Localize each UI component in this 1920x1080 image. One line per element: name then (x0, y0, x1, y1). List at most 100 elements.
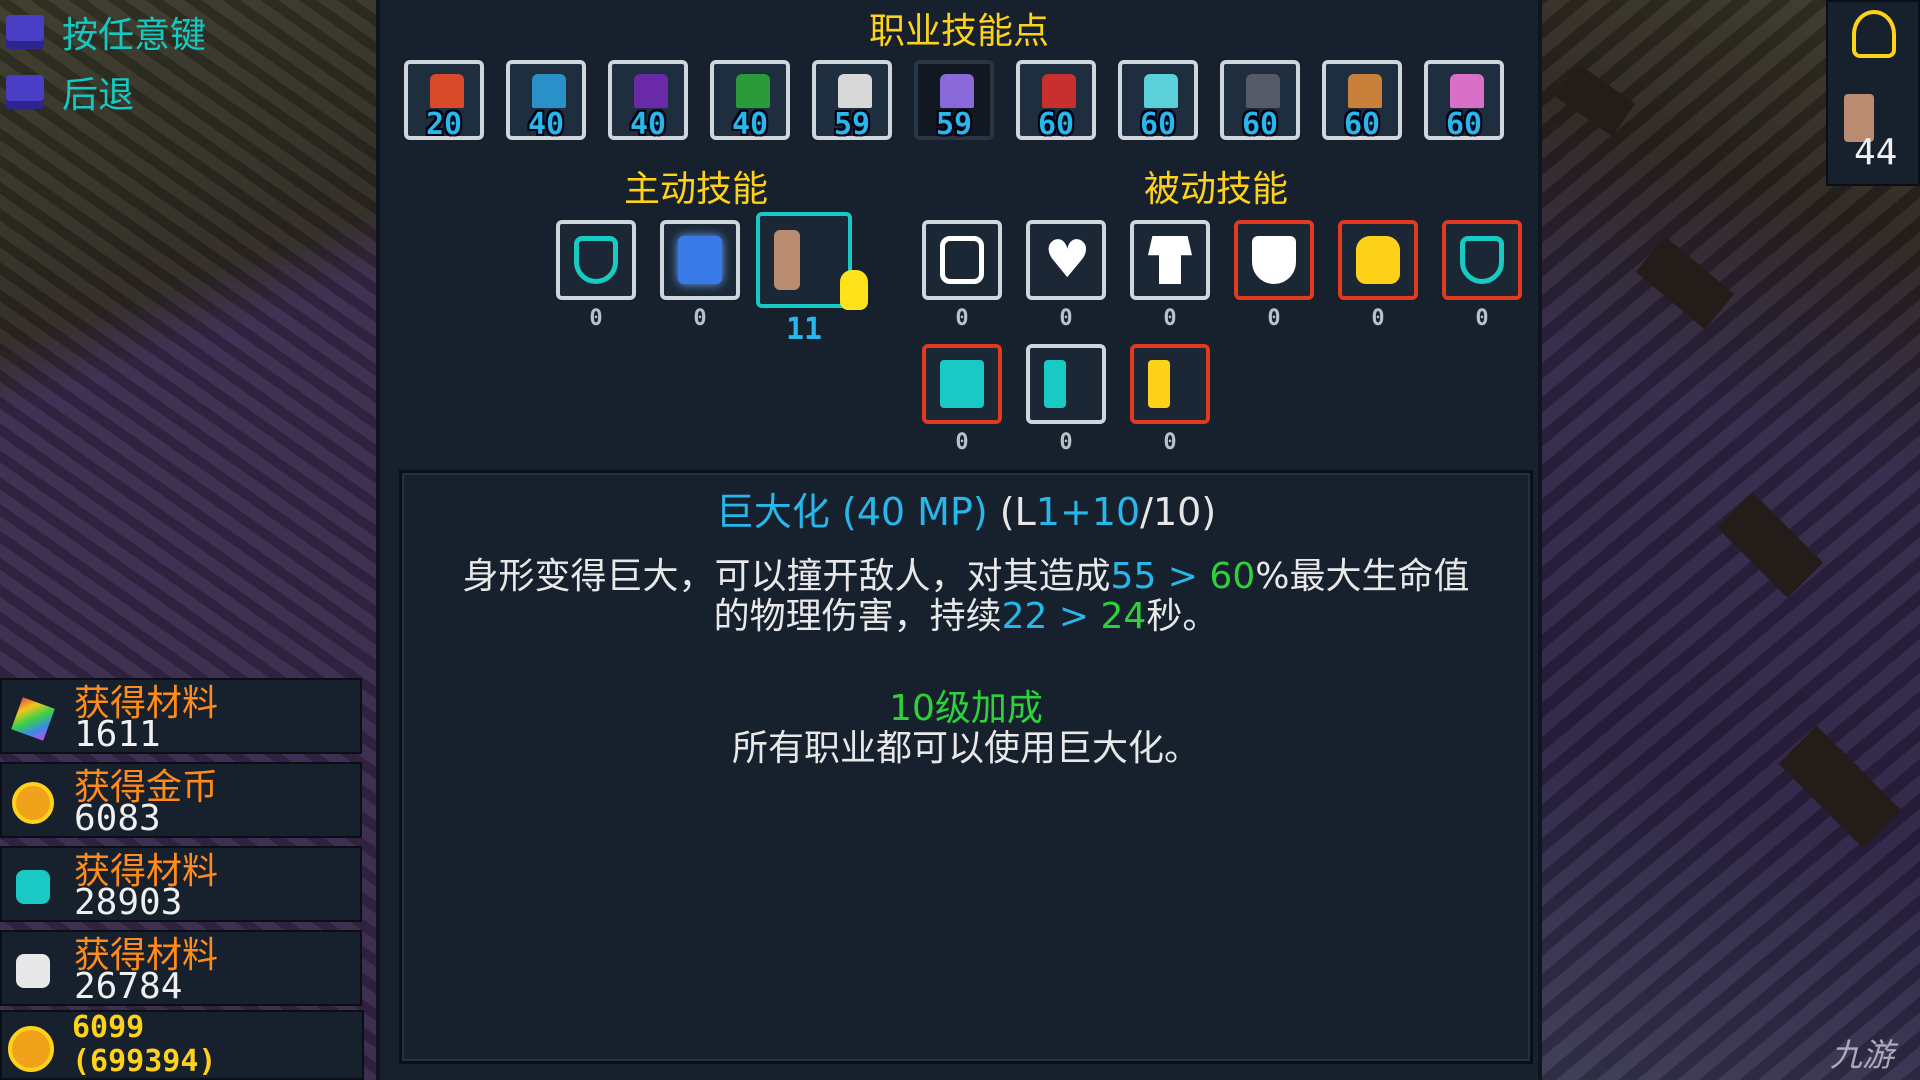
class-portrait-icon (1144, 74, 1178, 108)
resource-panel: 获得材料 26784 (0, 930, 362, 1007)
class-level: 59 (833, 107, 871, 142)
class-level: 60 (1241, 107, 1279, 142)
class-slot-selected[interactable]: 59 (914, 60, 994, 142)
skill-level-open: (L (987, 490, 1036, 534)
class-portrait-icon (838, 74, 872, 108)
teal-figure-icon (1044, 360, 1066, 408)
gold-figure-icon (1148, 360, 1170, 408)
skill-body[interactable]: 0 (1130, 220, 1210, 331)
class-slot[interactable]: 40 (608, 60, 688, 142)
skill-shield-figure[interactable]: 0 (556, 220, 636, 331)
class-slot[interactable]: 59 (812, 60, 892, 142)
class-selector-row: 20 40 40 40 59 59 60 60 60 60 60 (404, 60, 1504, 142)
class-portrait-icon (1450, 74, 1484, 108)
keyboard-icon (6, 75, 44, 109)
skill-description-box: 巨大化 (40 MP) (L1+10/10) 身形变得巨大，可以撞开敌人，对其造… (399, 470, 1533, 1064)
effect-value-current: 22 (1001, 596, 1048, 637)
any-key-menu[interactable]: 按任意键 (6, 6, 206, 58)
class-level: 40 (731, 107, 769, 142)
class-portrait-icon (634, 74, 668, 108)
class-slot[interactable]: 60 (1322, 60, 1402, 142)
skill-points: 0 (1267, 306, 1281, 331)
effect-text: %最大生命值 (1255, 556, 1470, 597)
back-label: 后退 (62, 75, 135, 116)
class-portrait-icon (736, 74, 770, 108)
class-slot[interactable]: 20 (404, 60, 484, 142)
gold-coins-icon (8, 1026, 54, 1072)
class-portrait-icon (1348, 74, 1382, 108)
gold-coin-icon (12, 782, 54, 824)
skill-effect-text: 身形变得巨大，可以撞开敌人，对其造成55 > 60%最大生命值 的物理伤害，持续… (402, 557, 1530, 637)
shield-figure-icon (574, 236, 618, 284)
skill-teal-block[interactable]: 0 (922, 344, 1002, 455)
body-icon (1148, 236, 1192, 284)
watermark-logo: 九游 (1830, 1036, 1895, 1074)
active-skills-label: 主动技能 (624, 169, 769, 210)
skill-armor[interactable]: 0 (922, 220, 1002, 331)
skill-gold-figure[interactable]: 0 (1130, 344, 1210, 455)
gold-current: 6099 (72, 1010, 145, 1045)
effect-line-1: 身形变得巨大，可以撞开敌人，对其造成55 > 60%最大生命值 (402, 557, 1530, 597)
gold-total-panel: 6099 (699394) (0, 1010, 364, 1080)
skill-points: 0 (1163, 306, 1177, 331)
effect-line-2: 的物理伤害，持续22 > 24秒。 (402, 597, 1530, 637)
skill-level-bonus: +10 (1059, 490, 1141, 534)
effect-value-current: 55 (1110, 556, 1157, 597)
keyboard-icon (6, 15, 44, 49)
rainbow-material-icon (11, 697, 55, 741)
skill-points: 0 (1371, 306, 1385, 331)
effect-arrow: > (1156, 556, 1210, 597)
resource-panel: 获得材料 1611 (0, 678, 362, 755)
class-slot[interactable]: 40 (710, 60, 790, 142)
class-level: 60 (1445, 107, 1483, 142)
party-status-panel: 44 (1826, 0, 1920, 186)
resource-value: 26784 (74, 966, 183, 1007)
class-portrait-icon (532, 74, 566, 108)
skill-heart[interactable]: ♥ 0 (1026, 220, 1106, 331)
class-slot[interactable]: 60 (1118, 60, 1198, 142)
skill-giant-form[interactable]: 11 (756, 212, 852, 347)
class-slot[interactable]: 60 (1016, 60, 1096, 142)
back-menu[interactable]: 后退 (6, 66, 134, 118)
resource-value: 28903 (74, 882, 183, 923)
resource-panel: 获得材料 28903 (0, 846, 362, 923)
skill-teal-figure[interactable]: 0 (1026, 344, 1106, 455)
class-level: 60 (1343, 107, 1381, 142)
resource-panel: 获得金币 6083 (0, 762, 362, 839)
skill-points: 0 (693, 306, 707, 331)
skill-points: 0 (1059, 306, 1073, 331)
skill-points: 0 (955, 430, 969, 455)
class-slot[interactable]: 60 (1220, 60, 1300, 142)
party-count: 44 (1854, 132, 1898, 173)
class-portrait-icon (1042, 74, 1076, 108)
class-portrait-icon (430, 74, 464, 108)
effect-text: 的物理伤害，持续 (713, 596, 1002, 637)
passive-skills-label: 被动技能 (1144, 169, 1289, 210)
pointer-cursor-icon (840, 270, 868, 310)
effect-value-next: 24 (1100, 596, 1147, 637)
class-level: 20 (425, 107, 463, 142)
class-portrait-icon (1246, 74, 1280, 108)
teal-shield-icon (1460, 236, 1504, 284)
teal-gem-icon (16, 870, 50, 904)
effect-text: 身形变得巨大，可以撞开敌人，对其造成 (462, 556, 1111, 597)
skill-points: 0 (1163, 430, 1177, 455)
skill-name-cost: 巨大化 (40 MP) (715, 490, 988, 534)
skill-level-max: /10) (1140, 490, 1217, 534)
resource-value: 6083 (74, 798, 161, 839)
fist-icon (1356, 236, 1400, 284)
class-slot[interactable]: 40 (506, 60, 586, 142)
armor-icon (940, 236, 984, 284)
effect-value-next: 60 (1209, 556, 1256, 597)
giant-figure-icon (774, 230, 800, 290)
class-level: 40 (629, 107, 667, 142)
gold-total: (699394) (72, 1044, 217, 1079)
heart-icon: ♥ (1044, 230, 1091, 290)
class-slot[interactable]: 60 (1424, 60, 1504, 142)
skill-red-shield[interactable]: 0 (1234, 220, 1314, 331)
level-bonus-text: 所有职业都可以使用巨大化。 (731, 728, 1200, 769)
skill-points: 0 (589, 306, 603, 331)
skill-gold-fist[interactable]: 0 (1338, 220, 1418, 331)
skill-teal-shield[interactable]: 0 (1442, 220, 1522, 331)
skill-blue-shield[interactable]: 0 (660, 220, 740, 331)
